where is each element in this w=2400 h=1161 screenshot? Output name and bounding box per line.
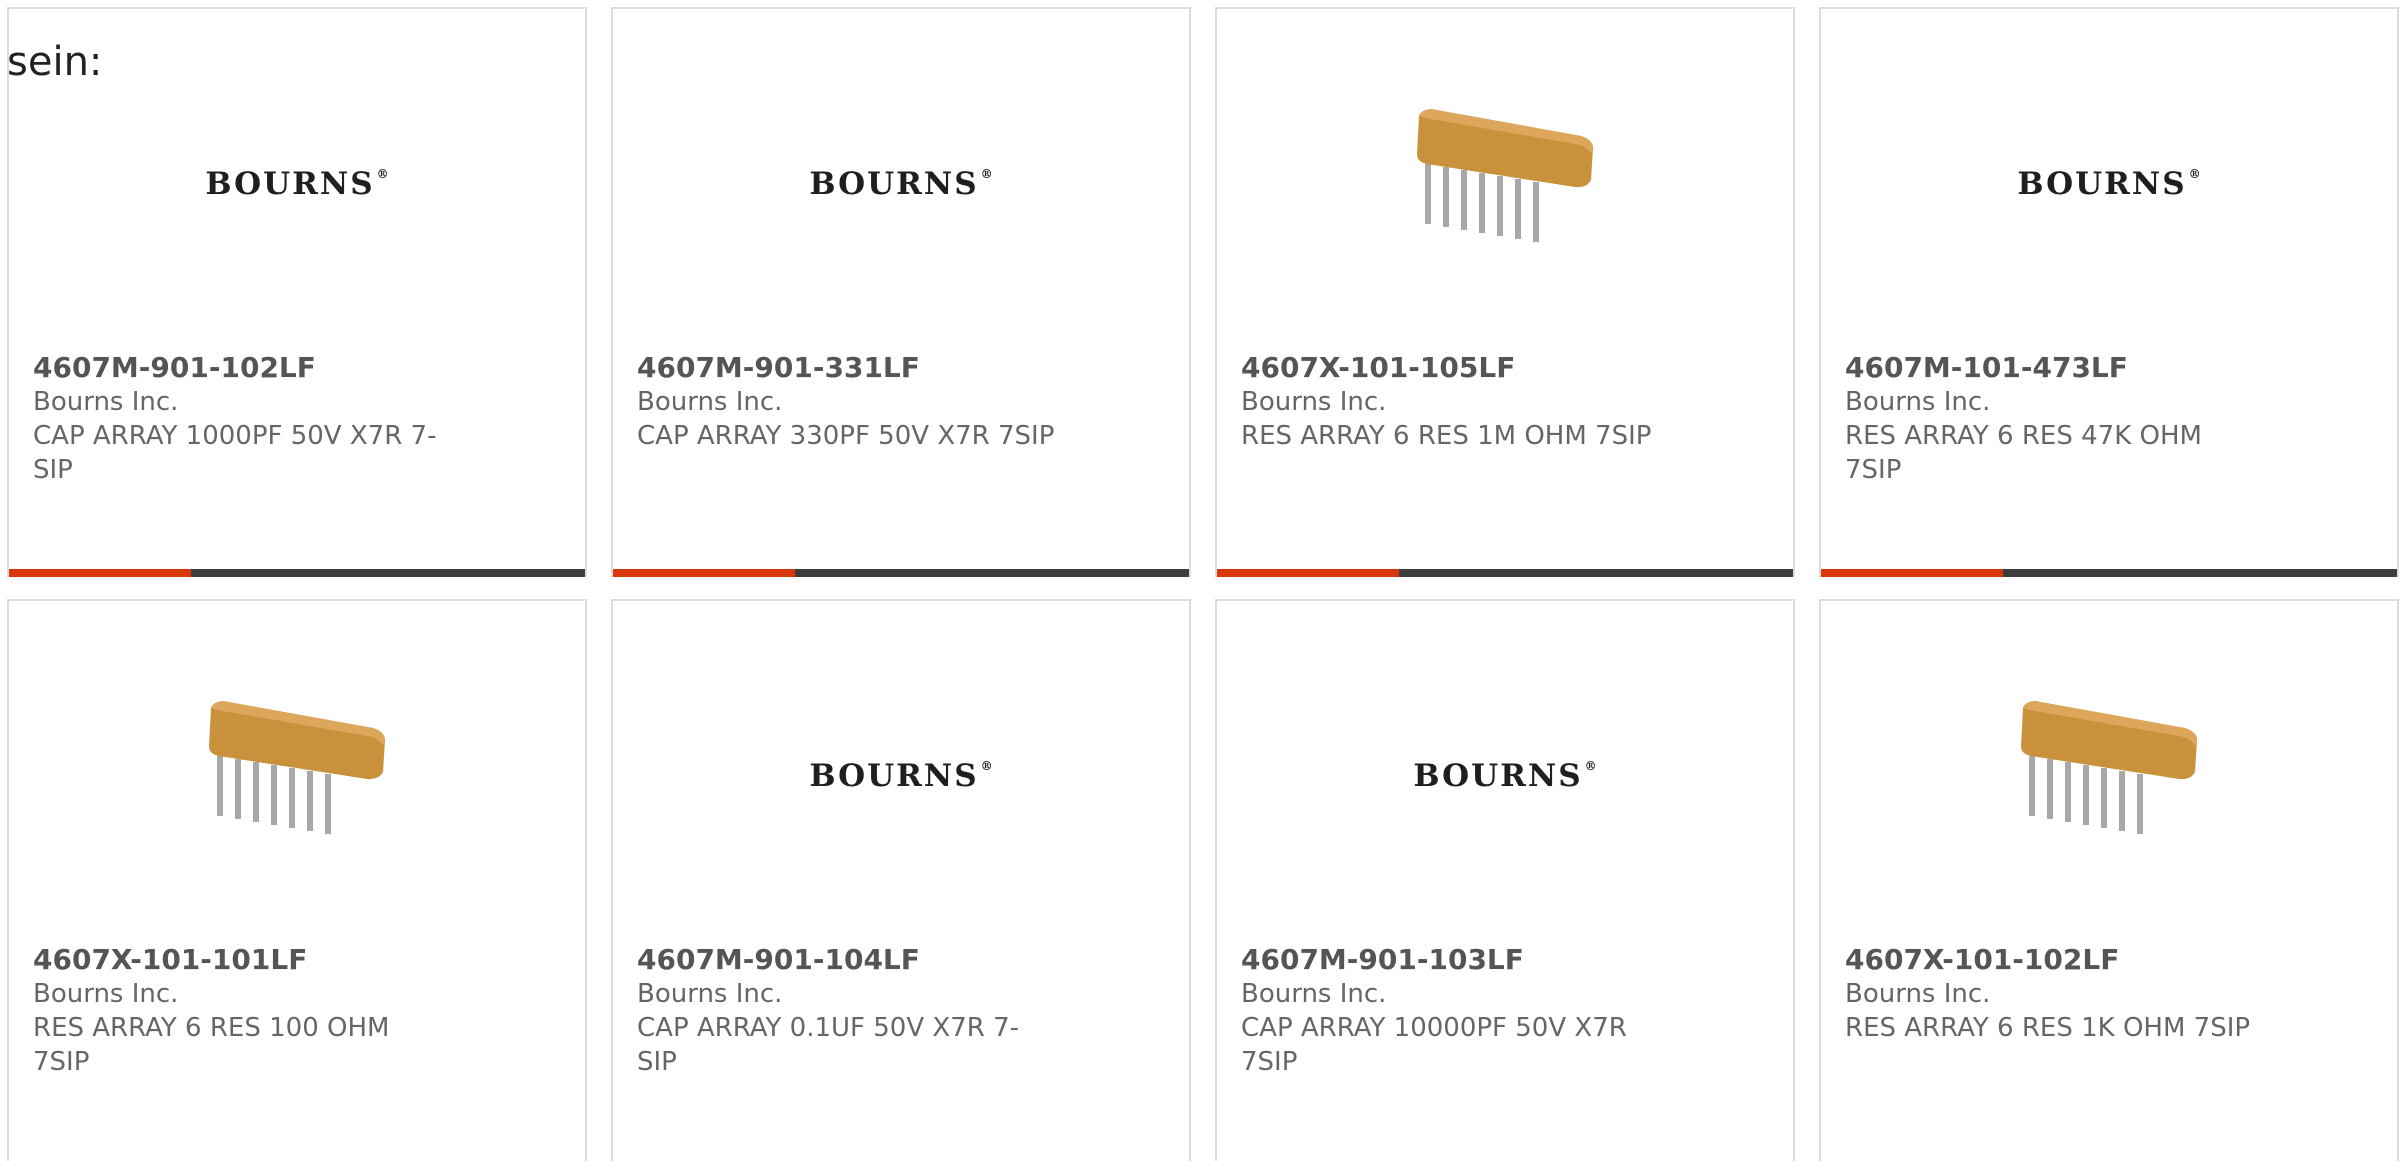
logo-text: BOURNS (2017, 166, 2187, 202)
part-number[interactable]: 4607M-901-102LF (33, 351, 453, 385)
card-bottom-bar (1821, 569, 2397, 577)
card-accent-bar (613, 569, 795, 577)
product-info: 4607M-901-102LF Bourns Inc. CAP ARRAY 10… (33, 351, 453, 487)
logo-registered-mark: ® (1584, 759, 1597, 773)
product-image: BOURNS ® (9, 79, 585, 289)
logo-registered-mark: ® (980, 167, 993, 181)
resistor-array-image (1417, 109, 1593, 242)
part-number[interactable]: 4607X-101-105LF (1241, 351, 1661, 385)
product-image: BOURNS ® (613, 79, 1189, 289)
manufacturer: Bourns Inc. (33, 387, 179, 417)
product-image (9, 671, 585, 881)
part-number[interactable]: 4607X-101-102LF (1845, 943, 2265, 977)
product-card[interactable]: 4607X-101-101LF Bourns Inc. RES ARRAY 6 … (7, 599, 587, 1161)
description: RES ARRAY 6 RES 100 OHM 7SIP (33, 1013, 390, 1077)
product-card[interactable]: 4607X-101-102LF Bourns Inc. RES ARRAY 6 … (1819, 599, 2399, 1161)
product-image (1217, 79, 1793, 289)
manufacturer: Bourns Inc. (33, 979, 179, 1009)
product-image: BOURNS ® (1821, 79, 2397, 289)
bourns-logo: BOURNS ® (205, 168, 388, 200)
bourns-logo: BOURNS ® (809, 760, 992, 792)
description: CAP ARRAY 0.1UF 50V X7R 7-SIP (637, 1013, 1020, 1077)
description: CAP ARRAY 330PF 50V X7R 7SIP (637, 421, 1055, 451)
logo-text: BOURNS (1413, 758, 1583, 794)
resistor-array-image (209, 701, 385, 834)
card-bottom-bar (613, 569, 1189, 577)
part-number[interactable]: 4607M-101-473LF (1845, 351, 2265, 385)
product-image: BOURNS ® (1217, 671, 1793, 881)
card-accent-bar (1217, 569, 1399, 577)
product-info: 4607X-101-102LF Bourns Inc. RES ARRAY 6 … (1845, 943, 2265, 1045)
product-info: 4607M-901-331LF Bourns Inc. CAP ARRAY 33… (637, 351, 1057, 453)
product-info: 4607M-101-473LF Bourns Inc. RES ARRAY 6 … (1845, 351, 2265, 487)
card-accent-bar (1821, 569, 2003, 577)
product-info: 4607M-901-104LF Bourns Inc. CAP ARRAY 0.… (637, 943, 1057, 1079)
manufacturer: Bourns Inc. (1241, 387, 1387, 417)
product-image: BOURNS ® (613, 671, 1189, 881)
part-number[interactable]: 4607M-901-104LF (637, 943, 1057, 977)
product-grid: BOURNS ® 4607M-901-102LF Bourns Inc. CAP … (7, 7, 2399, 1161)
intro-text: sein: (7, 39, 103, 85)
logo-registered-mark: ® (980, 759, 993, 773)
product-card[interactable]: BOURNS ® 4607M-101-473LF Bourns Inc. RES … (1819, 7, 2399, 577)
manufacturer: Bourns Inc. (1845, 387, 1991, 417)
description: RES ARRAY 6 RES 1M OHM 7SIP (1241, 421, 1652, 451)
product-info: 4607X-101-101LF Bourns Inc. RES ARRAY 6 … (33, 943, 453, 1079)
product-card[interactable]: 4607X-101-105LF Bourns Inc. RES ARRAY 6 … (1215, 7, 1795, 577)
product-card[interactable]: BOURNS ® 4607M-901-103LF Bourns Inc. CAP … (1215, 599, 1795, 1161)
product-image (1821, 671, 2397, 881)
manufacturer: Bourns Inc. (637, 979, 783, 1009)
bourns-logo: BOURNS ® (1413, 760, 1596, 792)
description: RES ARRAY 6 RES 1K OHM 7SIP (1845, 1013, 2251, 1043)
bourns-logo: BOURNS ® (2017, 168, 2200, 200)
product-card[interactable]: BOURNS ® 4607M-901-102LF Bourns Inc. CAP … (7, 7, 587, 577)
product-card[interactable]: BOURNS ® 4607M-901-331LF Bourns Inc. CAP … (611, 7, 1191, 577)
product-card[interactable]: BOURNS ® 4607M-901-104LF Bourns Inc. CAP … (611, 599, 1191, 1161)
card-accent-bar (9, 569, 191, 577)
card-bottom-bar (9, 569, 585, 577)
logo-text: BOURNS (205, 166, 375, 202)
bourns-logo: BOURNS ® (809, 168, 992, 200)
manufacturer: Bourns Inc. (1241, 979, 1387, 1009)
page: sein: BOURNS ® 4607M-901-102LF Bourns Inc… (0, 0, 2400, 1161)
logo-registered-mark: ® (376, 167, 389, 181)
logo-text: BOURNS (809, 758, 979, 794)
manufacturer: Bourns Inc. (637, 387, 783, 417)
product-info: 4607X-101-105LF Bourns Inc. RES ARRAY 6 … (1241, 351, 1661, 453)
resistor-array-image (2021, 701, 2197, 834)
description: CAP ARRAY 1000PF 50V X7R 7-SIP (33, 421, 437, 485)
description: CAP ARRAY 10000PF 50V X7R 7SIP (1241, 1013, 1627, 1077)
product-info: 4607M-901-103LF Bourns Inc. CAP ARRAY 10… (1241, 943, 1661, 1079)
description: RES ARRAY 6 RES 47K OHM 7SIP (1845, 421, 2202, 485)
card-bottom-bar (1217, 569, 1793, 577)
manufacturer: Bourns Inc. (1845, 979, 1991, 1009)
logo-registered-mark: ® (2188, 167, 2201, 181)
part-number[interactable]: 4607M-901-103LF (1241, 943, 1661, 977)
part-number[interactable]: 4607M-901-331LF (637, 351, 1057, 385)
part-number[interactable]: 4607X-101-101LF (33, 943, 453, 977)
logo-text: BOURNS (809, 166, 979, 202)
